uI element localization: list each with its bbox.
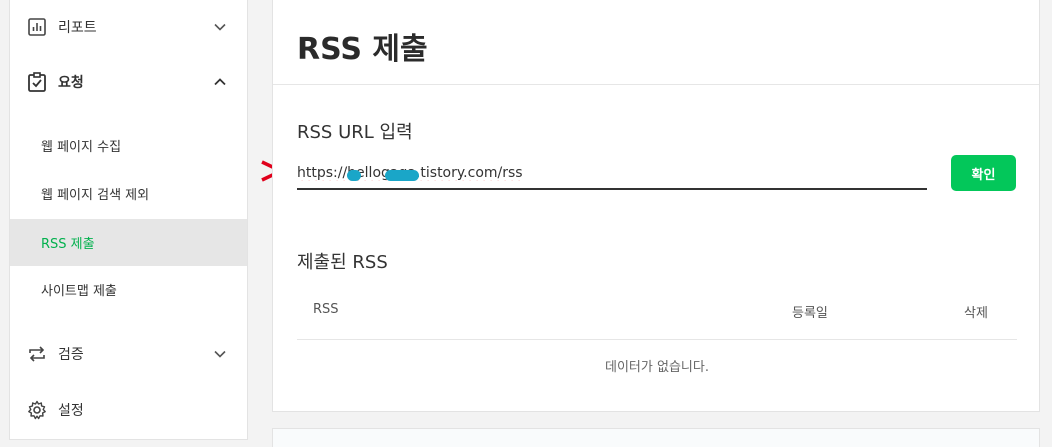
page-title: RSS 제출 bbox=[297, 32, 428, 67]
rss-url-field bbox=[297, 158, 927, 190]
submenu-item-web-page-collect[interactable]: 웹 페이지 수집 bbox=[10, 122, 247, 169]
menu-item-verify[interactable]: 검증 bbox=[10, 329, 247, 379]
confirm-button[interactable]: 확인 bbox=[951, 155, 1016, 191]
sidebar: 리포트 요청 웹 페이지 수집 웹 페이지 검색 제외 RSS 제출 사이트맵 … bbox=[9, 0, 248, 440]
repeat-arrows-icon bbox=[27, 344, 47, 364]
column-header-rss: RSS bbox=[313, 302, 339, 317]
chevron-down-icon bbox=[214, 23, 226, 31]
submitted-rss-label: 제출된 RSS bbox=[297, 252, 388, 273]
chart-report-icon bbox=[27, 17, 47, 37]
column-header-registered-date: 등록일 bbox=[792, 306, 828, 321]
menu-item-label: 설정 bbox=[58, 403, 84, 419]
menu-item-settings[interactable]: 설정 bbox=[10, 385, 247, 435]
submenu-item-label: 웹 페이지 검색 제외 bbox=[41, 188, 150, 203]
menu-item-request[interactable]: 요청 bbox=[10, 57, 247, 107]
clipboard-check-icon bbox=[27, 72, 47, 92]
rss-submit-panel: RSS 제출 RSS URL 입력 확인 제출된 RSS RSS 등록일 삭제 … bbox=[272, 0, 1040, 412]
next-panel bbox=[272, 428, 1040, 447]
menu-item-label: 검증 bbox=[58, 347, 84, 363]
submenu-item-sitemap-submit[interactable]: 사이트맵 제출 bbox=[10, 266, 247, 313]
submenu-item-rss-submit[interactable]: RSS 제출 bbox=[10, 219, 247, 266]
divider bbox=[273, 84, 1039, 85]
redaction-mark bbox=[347, 170, 361, 181]
chevron-up-icon bbox=[214, 78, 226, 86]
menu-item-label: 리포트 bbox=[58, 20, 97, 36]
submenu-item-label: 웹 페이지 수집 bbox=[41, 140, 122, 155]
submenu-item-label: 사이트맵 제출 bbox=[41, 284, 117, 299]
rss-table-header: RSS 등록일 삭제 bbox=[297, 292, 1017, 340]
column-header-delete: 삭제 bbox=[964, 306, 988, 321]
submenu-item-label: RSS 제출 bbox=[41, 237, 95, 252]
menu-item-label: 요청 bbox=[58, 75, 84, 91]
redaction-mark bbox=[385, 170, 419, 181]
table-empty-message: 데이터가 없습니다. bbox=[605, 360, 709, 375]
chevron-down-icon bbox=[214, 350, 226, 358]
submenu-item-web-page-exclude[interactable]: 웹 페이지 검색 제외 bbox=[10, 170, 247, 217]
gear-icon bbox=[27, 400, 47, 420]
menu-item-report[interactable]: 리포트 bbox=[10, 2, 247, 52]
rss-url-input-label: RSS URL 입력 bbox=[297, 122, 413, 143]
